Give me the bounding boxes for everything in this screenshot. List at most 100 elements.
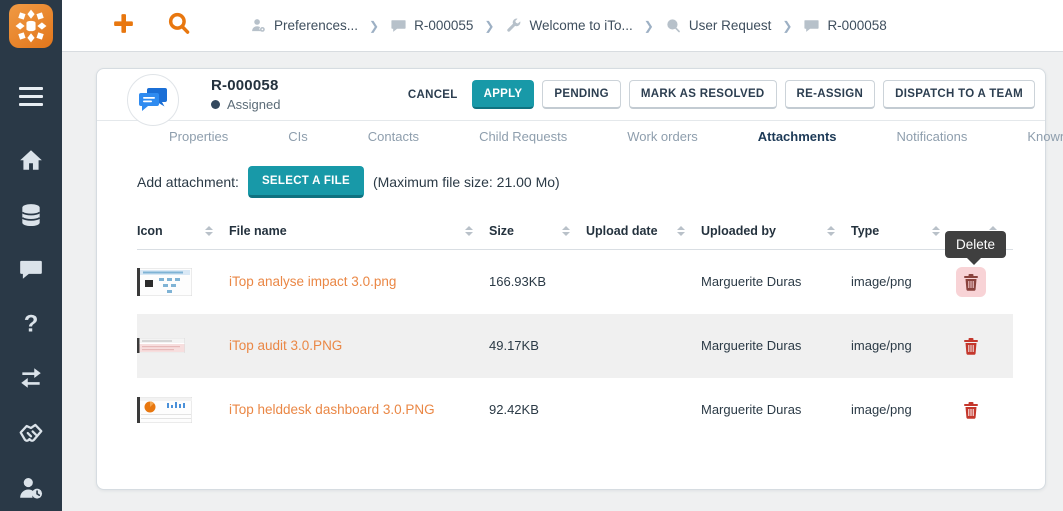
sort-icon[interactable] <box>827 226 835 236</box>
max-file-size-note: (Maximum file size: 21.00 Mo) <box>373 174 560 190</box>
pending-button[interactable]: PENDING <box>542 80 621 109</box>
table-row: iTop audit 3.0.PNG 49.17KB Marguerite Du… <box>137 314 1013 378</box>
sort-icon[interactable] <box>677 226 685 236</box>
column-header-uploaded-by[interactable]: Uploaded by <box>701 215 851 250</box>
user-time-icon[interactable] <box>18 475 44 501</box>
tab-bar: Properties CIs Contacts Child Requests W… <box>97 121 1045 152</box>
uploaded-by: Marguerite Duras <box>701 250 851 314</box>
add-attachment-row: Add attachment: SELECT A FILE (Maximum f… <box>137 166 1045 198</box>
tab-contacts[interactable]: Contacts <box>338 129 449 144</box>
tab-attachments[interactable]: Attachments <box>728 129 867 144</box>
attachment-thumbnail[interactable] <box>137 338 185 353</box>
table-row: iTop helddesk dashboard 3.0.PNG 92.42KB … <box>137 378 1013 442</box>
user-gear-icon <box>250 17 267 34</box>
breadcrumb-separator: ❯ <box>644 19 654 33</box>
table-row: iTop analyse impact 3.0.png 166.93KB Mar… <box>137 250 1013 314</box>
tab-properties[interactable]: Properties <box>139 129 258 144</box>
transfer-arrows-icon[interactable] <box>18 365 44 391</box>
breadcrumb-label: R-000055 <box>414 18 473 33</box>
column-header-size[interactable]: Size <box>489 215 586 250</box>
column-label: Uploaded by <box>701 224 776 238</box>
home-icon[interactable] <box>18 147 44 173</box>
apply-button[interactable]: APPLY <box>472 80 535 109</box>
help-icon[interactable]: ? <box>18 311 44 337</box>
menu-toggle-button[interactable] <box>18 83 44 109</box>
delete-attachment-button[interactable] <box>956 331 986 361</box>
delete-attachment-button[interactable] <box>956 267 986 297</box>
upload-date <box>586 250 701 314</box>
upload-date <box>586 378 701 442</box>
chat-bubbles-icon <box>137 86 169 114</box>
tab-notifications[interactable]: Notifications <box>867 129 998 144</box>
re-assign-button[interactable]: RE-ASSIGN <box>785 80 876 109</box>
tab-work-orders[interactable]: Work orders <box>597 129 728 144</box>
breadcrumb-item-welcome[interactable]: Welcome to iTo... <box>505 17 632 34</box>
breadcrumb-item-user-request[interactable]: User Request <box>665 17 772 34</box>
file-size: 92.42KB <box>489 378 586 442</box>
mark-as-resolved-button[interactable]: MARK AS RESOLVED <box>629 80 777 109</box>
attachments-table: Icon File name Size Upload date Uploaded… <box>137 215 1013 442</box>
dispatch-to-team-button[interactable]: DISPATCH TO A TEAM <box>883 80 1035 109</box>
itop-logo-icon <box>11 6 51 46</box>
column-label: File name <box>229 224 287 238</box>
chat-icon <box>390 17 407 34</box>
global-search-icon[interactable] <box>166 10 192 41</box>
trash-icon <box>963 401 979 419</box>
tab-known-errors[interactable]: Known Errors <box>997 129 1063 144</box>
upload-date <box>586 314 701 378</box>
column-label: Upload date <box>586 224 658 238</box>
itop-logo[interactable] <box>9 4 53 48</box>
status-label: Assigned <box>227 97 280 112</box>
quick-create-icon[interactable] <box>111 11 136 41</box>
attachments-panel: Add attachment: SELECT A FILE (Maximum f… <box>97 152 1045 442</box>
title-block: R-000058 Assigned <box>211 77 280 112</box>
column-label: Type <box>851 224 879 238</box>
handshake-icon[interactable] <box>18 419 44 445</box>
column-header-type[interactable]: Type <box>851 215 956 250</box>
add-attachment-label: Add attachment: <box>137 174 239 190</box>
column-header-icon[interactable]: Icon <box>137 215 229 250</box>
svg-text:?: ? <box>24 311 39 337</box>
tab-cis[interactable]: CIs <box>258 129 338 144</box>
column-header-upload-date[interactable]: Upload date <box>586 215 701 250</box>
file-type: image/png <box>851 250 956 314</box>
file-name-link[interactable]: iTop analyse impact 3.0.png <box>229 274 396 289</box>
sort-icon[interactable] <box>205 226 213 236</box>
breadcrumb-separator: ❯ <box>369 19 379 33</box>
attachment-thumbnail[interactable] <box>137 268 192 296</box>
breadcrumb-item-preferences[interactable]: Preferences... <box>250 17 358 34</box>
sort-icon[interactable] <box>932 226 940 236</box>
breadcrumb-label: Preferences... <box>274 18 358 33</box>
object-header: R-000058 Assigned CANCEL APPLY PENDING M… <box>97 69 1045 121</box>
select-file-button[interactable]: SELECT A FILE <box>248 166 364 198</box>
attachment-thumbnail[interactable] <box>137 397 192 423</box>
delete-tooltip: Delete <box>945 231 1006 258</box>
column-label: Size <box>489 224 514 238</box>
cancel-button[interactable]: CANCEL <box>402 82 464 108</box>
breadcrumb-item-r000055[interactable]: R-000055 <box>390 17 473 34</box>
breadcrumb-separator: ❯ <box>484 19 494 33</box>
status-dot <box>211 100 220 109</box>
chat-icon <box>803 17 820 34</box>
uploaded-by: Marguerite Duras <box>701 314 851 378</box>
file-size: 166.93KB <box>489 250 586 314</box>
file-type: image/png <box>851 314 956 378</box>
file-name-link[interactable]: iTop audit 3.0.PNG <box>229 338 342 353</box>
file-size: 49.17KB <box>489 314 586 378</box>
column-header-file-name[interactable]: File name <box>229 215 489 250</box>
breadcrumb-item-r000058[interactable]: R-000058 <box>803 17 886 34</box>
sort-icon[interactable] <box>562 226 570 236</box>
breadcrumb-label: User Request <box>689 18 772 33</box>
sort-icon[interactable] <box>465 226 473 236</box>
sidebar: ? <box>0 0 62 511</box>
database-icon[interactable] <box>18 202 44 228</box>
chat-icon[interactable] <box>18 256 44 282</box>
user-request-avatar <box>127 74 179 126</box>
delete-attachment-button[interactable] <box>956 395 986 425</box>
trash-icon <box>963 273 979 291</box>
breadcrumb-label: Welcome to iTo... <box>529 18 632 33</box>
breadcrumb-label: R-000058 <box>827 18 886 33</box>
file-name-link[interactable]: iTop helddesk dashboard 3.0.PNG <box>229 402 435 417</box>
action-buttons: CANCEL APPLY PENDING MARK AS RESOLVED RE… <box>402 80 1045 109</box>
tab-child-requests[interactable]: Child Requests <box>449 129 597 144</box>
